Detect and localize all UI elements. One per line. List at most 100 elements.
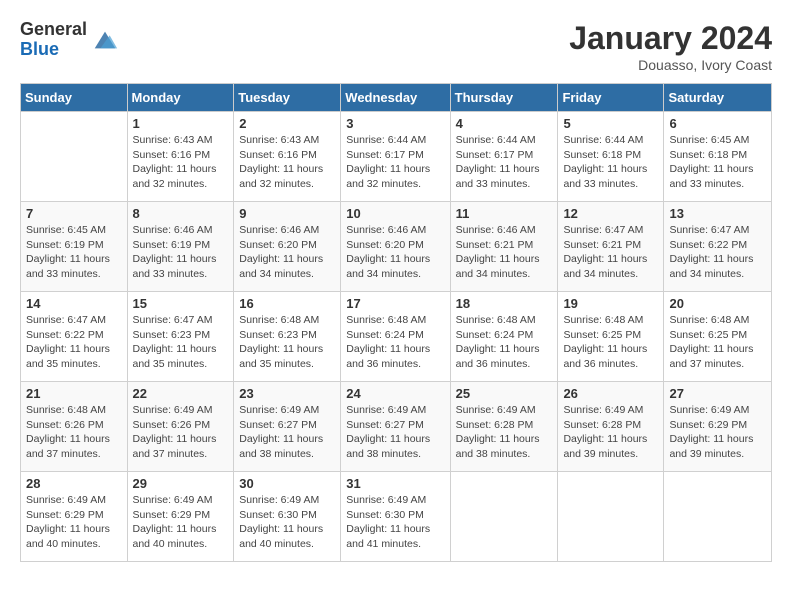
logo-blue: Blue (20, 40, 87, 60)
calendar-week-row: 1 Sunrise: 6:43 AMSunset: 6:16 PMDaylight… (21, 112, 772, 202)
day-number: 9 (239, 206, 335, 221)
calendar-cell: 7Sunrise: 6:45 AMSunset: 6:19 PMDaylight… (21, 202, 128, 292)
logo-icon (91, 26, 119, 54)
day-info: Sunrise: 6:45 AMSunset: 6:19 PMDaylight:… (26, 223, 122, 282)
calendar-header-row: SundayMondayTuesdayWednesdayThursdayFrid… (21, 84, 772, 112)
calendar-cell: 9 Sunrise: 6:46 AMSunset: 6:20 PMDaylight… (234, 202, 341, 292)
day-of-week-header: Wednesday (341, 84, 450, 112)
calendar-cell: 18 Sunrise: 6:48 AMSunset: 6:24 PMDayligh… (450, 292, 558, 382)
day-info: Sunrise: 6:45 AMSunset: 6:18 PMDaylight:… (669, 133, 766, 192)
day-info: Sunrise: 6:49 AMSunset: 6:28 PMDaylight:… (563, 403, 658, 462)
day-of-week-header: Thursday (450, 84, 558, 112)
day-info: Sunrise: 6:46 AMSunset: 6:20 PMDaylight:… (239, 223, 335, 282)
day-info: Sunrise: 6:49 AMSunset: 6:30 PMDaylight:… (239, 493, 335, 552)
logo: General Blue (20, 20, 119, 60)
calendar-cell: 4Sunrise: 6:44 AMSunset: 6:17 PMDaylight… (450, 112, 558, 202)
day-number: 28 (26, 476, 122, 491)
day-number: 30 (239, 476, 335, 491)
day-info: Sunrise: 6:44 AMSunset: 6:17 PMDaylight:… (456, 133, 553, 192)
day-number: 2 (239, 116, 335, 131)
day-number: 1 (133, 116, 229, 131)
calendar-cell (21, 112, 128, 202)
calendar-cell: 19Sunrise: 6:48 AMSunset: 6:25 PMDayligh… (558, 292, 664, 382)
day-info: Sunrise: 6:48 AMSunset: 6:25 PMDaylight:… (669, 313, 766, 372)
calendar-cell: 27 Sunrise: 6:49 AMSunset: 6:29 PMDayligh… (664, 382, 772, 472)
calendar-cell: 15 Sunrise: 6:47 AMSunset: 6:23 PMDayligh… (127, 292, 234, 382)
calendar-cell: 21Sunrise: 6:48 AMSunset: 6:26 PMDayligh… (21, 382, 128, 472)
calendar-week-row: 28 Sunrise: 6:49 AMSunset: 6:29 PMDayligh… (21, 472, 772, 562)
calendar-cell: 20 Sunrise: 6:48 AMSunset: 6:25 PMDayligh… (664, 292, 772, 382)
day-info: Sunrise: 6:46 AMSunset: 6:20 PMDaylight:… (346, 223, 444, 282)
calendar-cell: 10 Sunrise: 6:46 AMSunset: 6:20 PMDayligh… (341, 202, 450, 292)
calendar-cell: 25 Sunrise: 6:49 AMSunset: 6:28 PMDayligh… (450, 382, 558, 472)
calendar-cell: 8 Sunrise: 6:46 AMSunset: 6:19 PMDaylight… (127, 202, 234, 292)
day-info: Sunrise: 6:49 AMSunset: 6:29 PMDaylight:… (669, 403, 766, 462)
calendar-cell: 30 Sunrise: 6:49 AMSunset: 6:30 PMDayligh… (234, 472, 341, 562)
page-header: General Blue January 2024 Douasso, Ivory… (20, 20, 772, 73)
day-info: Sunrise: 6:47 AMSunset: 6:21 PMDaylight:… (563, 223, 658, 282)
day-number: 29 (133, 476, 229, 491)
day-number: 19 (563, 296, 658, 311)
day-number: 15 (133, 296, 229, 311)
day-info: Sunrise: 6:48 AMSunset: 6:24 PMDaylight:… (346, 313, 444, 372)
calendar-cell: 31Sunrise: 6:49 AMSunset: 6:30 PMDayligh… (341, 472, 450, 562)
day-number: 12 (563, 206, 658, 221)
calendar-cell: 22Sunrise: 6:49 AMSunset: 6:26 PMDayligh… (127, 382, 234, 472)
day-of-week-header: Sunday (21, 84, 128, 112)
calendar-cell: 14 Sunrise: 6:47 AMSunset: 6:22 PMDayligh… (21, 292, 128, 382)
calendar-cell: 11Sunrise: 6:46 AMSunset: 6:21 PMDayligh… (450, 202, 558, 292)
title-area: January 2024 Douasso, Ivory Coast (569, 20, 772, 73)
calendar-cell (664, 472, 772, 562)
day-info: Sunrise: 6:43 AMSunset: 6:16 PMDaylight:… (133, 133, 229, 192)
day-number: 13 (669, 206, 766, 221)
calendar-cell: 26 Sunrise: 6:49 AMSunset: 6:28 PMDayligh… (558, 382, 664, 472)
day-number: 18 (456, 296, 553, 311)
calendar-cell: 3 Sunrise: 6:44 AMSunset: 6:17 PMDaylight… (341, 112, 450, 202)
day-of-week-header: Tuesday (234, 84, 341, 112)
calendar-cell: 1 Sunrise: 6:43 AMSunset: 6:16 PMDaylight… (127, 112, 234, 202)
day-info: Sunrise: 6:47 AMSunset: 6:23 PMDaylight:… (133, 313, 229, 372)
calendar-week-row: 14 Sunrise: 6:47 AMSunset: 6:22 PMDayligh… (21, 292, 772, 382)
day-number: 22 (133, 386, 229, 401)
day-info: Sunrise: 6:49 AMSunset: 6:27 PMDaylight:… (239, 403, 335, 462)
day-number: 20 (669, 296, 766, 311)
day-number: 27 (669, 386, 766, 401)
day-number: 26 (563, 386, 658, 401)
calendar-cell: 16 Sunrise: 6:48 AMSunset: 6:23 PMDayligh… (234, 292, 341, 382)
day-number: 16 (239, 296, 335, 311)
day-number: 25 (456, 386, 553, 401)
calendar-table: SundayMondayTuesdayWednesdayThursdayFrid… (20, 83, 772, 562)
day-info: Sunrise: 6:47 AMSunset: 6:22 PMDaylight:… (26, 313, 122, 372)
day-info: Sunrise: 6:49 AMSunset: 6:29 PMDaylight:… (26, 493, 122, 552)
day-info: Sunrise: 6:44 AMSunset: 6:17 PMDaylight:… (346, 133, 444, 192)
day-info: Sunrise: 6:46 AMSunset: 6:21 PMDaylight:… (456, 223, 553, 282)
day-number: 10 (346, 206, 444, 221)
calendar-cell: 28 Sunrise: 6:49 AMSunset: 6:29 PMDayligh… (21, 472, 128, 562)
day-number: 8 (133, 206, 229, 221)
day-number: 21 (26, 386, 122, 401)
day-info: Sunrise: 6:47 AMSunset: 6:22 PMDaylight:… (669, 223, 766, 282)
calendar-cell: 6 Sunrise: 6:45 AMSunset: 6:18 PMDaylight… (664, 112, 772, 202)
day-info: Sunrise: 6:49 AMSunset: 6:28 PMDaylight:… (456, 403, 553, 462)
calendar-cell: 24 Sunrise: 6:49 AMSunset: 6:27 PMDayligh… (341, 382, 450, 472)
month-year-title: January 2024 (569, 20, 772, 57)
day-info: Sunrise: 6:48 AMSunset: 6:24 PMDaylight:… (456, 313, 553, 372)
calendar-cell: 12 Sunrise: 6:47 AMSunset: 6:21 PMDayligh… (558, 202, 664, 292)
calendar-cell: 5Sunrise: 6:44 AMSunset: 6:18 PMDaylight… (558, 112, 664, 202)
day-info: Sunrise: 6:49 AMSunset: 6:30 PMDaylight:… (346, 493, 444, 552)
calendar-cell: 17Sunrise: 6:48 AMSunset: 6:24 PMDayligh… (341, 292, 450, 382)
day-number: 6 (669, 116, 766, 131)
day-info: Sunrise: 6:44 AMSunset: 6:18 PMDaylight:… (563, 133, 658, 192)
day-info: Sunrise: 6:49 AMSunset: 6:27 PMDaylight:… (346, 403, 444, 462)
day-of-week-header: Saturday (664, 84, 772, 112)
calendar-cell: 23Sunrise: 6:49 AMSunset: 6:27 PMDayligh… (234, 382, 341, 472)
logo-general: General (20, 20, 87, 40)
day-info: Sunrise: 6:43 AMSunset: 6:16 PMDaylight:… (239, 133, 335, 192)
calendar-cell (558, 472, 664, 562)
day-number: 14 (26, 296, 122, 311)
day-number: 24 (346, 386, 444, 401)
calendar-cell: 29Sunrise: 6:49 AMSunset: 6:29 PMDayligh… (127, 472, 234, 562)
day-info: Sunrise: 6:48 AMSunset: 6:23 PMDaylight:… (239, 313, 335, 372)
day-info: Sunrise: 6:46 AMSunset: 6:19 PMDaylight:… (133, 223, 229, 282)
day-number: 3 (346, 116, 444, 131)
